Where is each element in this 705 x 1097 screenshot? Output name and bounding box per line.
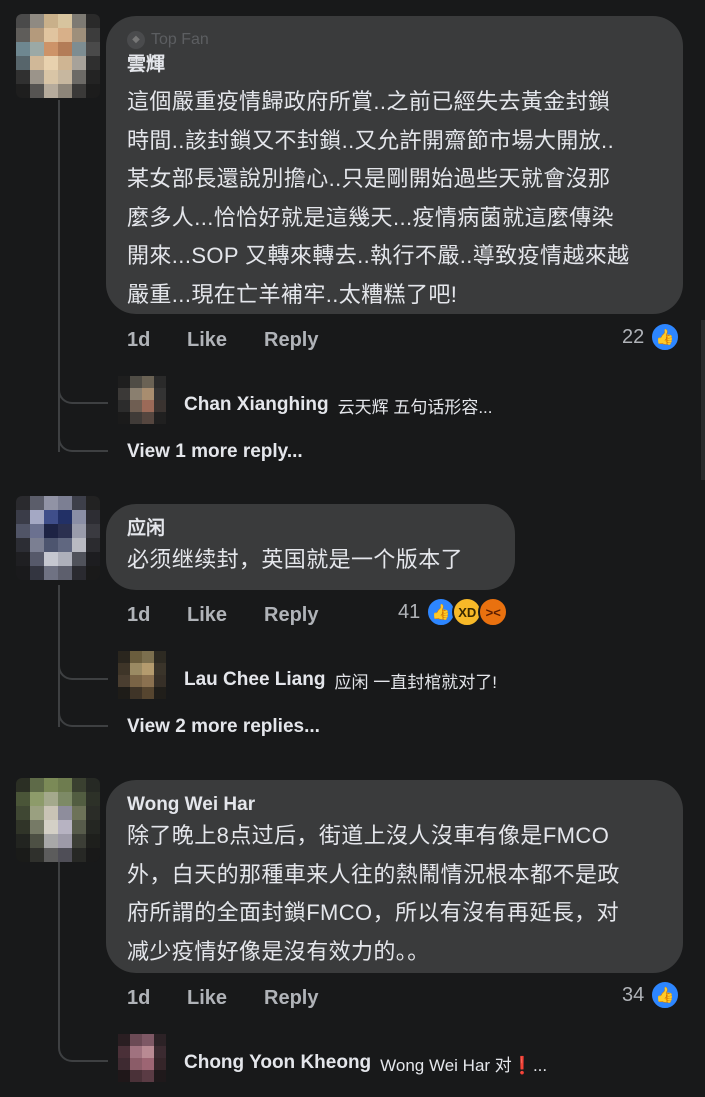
comment-line: 除了晚上8点过后，街道上沒人沒車有像是FMCO [127,823,610,848]
comment-line: 府所謂的全面封鎖FMCO，所以有沒有再延長，对 [127,900,619,925]
like-icon: 👍 [650,322,681,352]
reply-avatar[interactable] [118,651,166,699]
reply-button[interactable]: Reply [264,329,318,352]
reaction-count: 34 [622,983,645,1006]
reaction-summary[interactable]: 22 👍 [622,321,681,353]
comment-age[interactable]: 1d [127,987,187,1010]
comment-actions: 1d Like Reply [127,983,318,1013]
reply-author[interactable]: Chong Yoon Kheong [184,1052,371,1074]
comment-line: 外，白天的那種車来人往的熱鬧情況根本都不是政 [127,861,620,887]
comment-actions: 1d Like Reply [127,600,318,630]
comment-author[interactable]: Wong Wei Har [127,793,661,817]
reply-avatar[interactable] [118,376,166,424]
reaction-summary[interactable]: 34 👍 [622,979,681,1011]
reaction-count: 22 [622,325,645,348]
like-button[interactable]: Like [187,329,264,352]
comment-text: 這個嚴重疫情歸政府所賞..之前已經失去黃金封鎖 時間..該封鎖又不封鎖..又允許… [127,83,661,314]
avatar[interactable] [16,14,100,98]
like-button[interactable]: Like [187,604,264,627]
comment-bubble: ◆ Top Fan 雲輝 這個嚴重疫情歸政府所賞..之前已經失去黃金封鎖 時間.… [106,16,683,314]
comment-line: 時間..該封鎖又不封鎖..又允許開齋節市場大開放.. [127,127,615,153]
reply-button[interactable]: Reply [264,987,318,1010]
scrollbar[interactable] [701,320,705,480]
comment-bubble: 应闲 必须继续封，英国就是一个版本了 [106,504,515,590]
reply-preview[interactable]: Chong Yoon Kheong Wong Wei Har 对❗... [184,1048,547,1078]
comment-text: 除了晚上8点过后，街道上沒人沒車有像是FMCO 外，白天的那種車来人往的熱鬧情況… [127,817,661,971]
avatar[interactable] [16,778,100,862]
angry-icon: >< [478,597,509,627]
comment-line: 這個嚴重疫情歸政府所賞..之前已經失去黃金封鎖 [127,89,611,114]
like-icon: 👍 [650,980,681,1010]
thread-connector [58,1040,108,1062]
thread-connector [58,382,108,404]
badge-label: Top Fan [151,31,209,48]
reaction-summary[interactable]: 41 👍 XD >< [398,596,509,628]
comment-line: 開來...SOP 又轉來轉去..執行不嚴..導致疫情越來越 [127,243,630,268]
reply-text: 云天辉 五句话形容... [337,397,493,417]
like-button[interactable]: Like [187,987,264,1010]
comment-age[interactable]: 1d [127,329,187,352]
thread-line [58,100,60,452]
reply-author[interactable]: Chan Xianghing [184,394,329,416]
view-more-replies-link[interactable]: View 2 more replies... [127,713,320,741]
comment-line: 麼多人...恰恰好就是這幾天...疫情病菌就這麼傳染 [127,204,615,230]
comment-author[interactable]: 雲輝 [127,53,661,77]
reaction-count: 41 [398,600,421,623]
reply-preview[interactable]: Lau Chee Liang 应闲 一直封棺就对了! [184,665,497,695]
comment-author[interactable]: 应闲 [127,517,493,541]
reply-text: Wong Wei Har 对❗... [380,1055,548,1075]
reply-avatar[interactable] [118,1034,166,1082]
comment-text: 必须继续封，英国就是一个版本了 [127,541,493,580]
comment-line: 嚴重...現在亡羊補牢..太糟糕了吧! [127,281,458,307]
reply-button[interactable]: Reply [264,604,318,627]
thread-connector [58,430,108,452]
thread-line [58,862,60,1042]
view-more-replies-link[interactable]: View 1 more reply... [127,438,303,466]
comment-age[interactable]: 1d [127,604,187,627]
top-fan-badge: ◆ Top Fan [127,30,661,50]
comment-bubble: Wong Wei Har 除了晚上8点过后，街道上沒人沒車有像是FMCO 外，白… [106,780,683,973]
diamond-icon: ◆ [127,31,145,49]
comment-line: 某女部長還說別擔心..只是剛開始過些天就會沒那 [127,166,611,191]
comment-actions: 1d Like Reply [127,325,318,355]
comment-line: 减少疫情好像是沒有效力的。。 [127,938,430,964]
comment-line: 必须继续封，英国就是一个版本了 [127,547,464,572]
reply-preview[interactable]: Chan Xianghing 云天辉 五句话形容... [184,390,493,420]
thread-connector [58,658,108,680]
reply-text: 应闲 一直封棺就对了! [334,672,497,692]
reply-author[interactable]: Lau Chee Liang [184,669,325,691]
thread-connector [58,705,108,727]
avatar[interactable] [16,496,100,580]
